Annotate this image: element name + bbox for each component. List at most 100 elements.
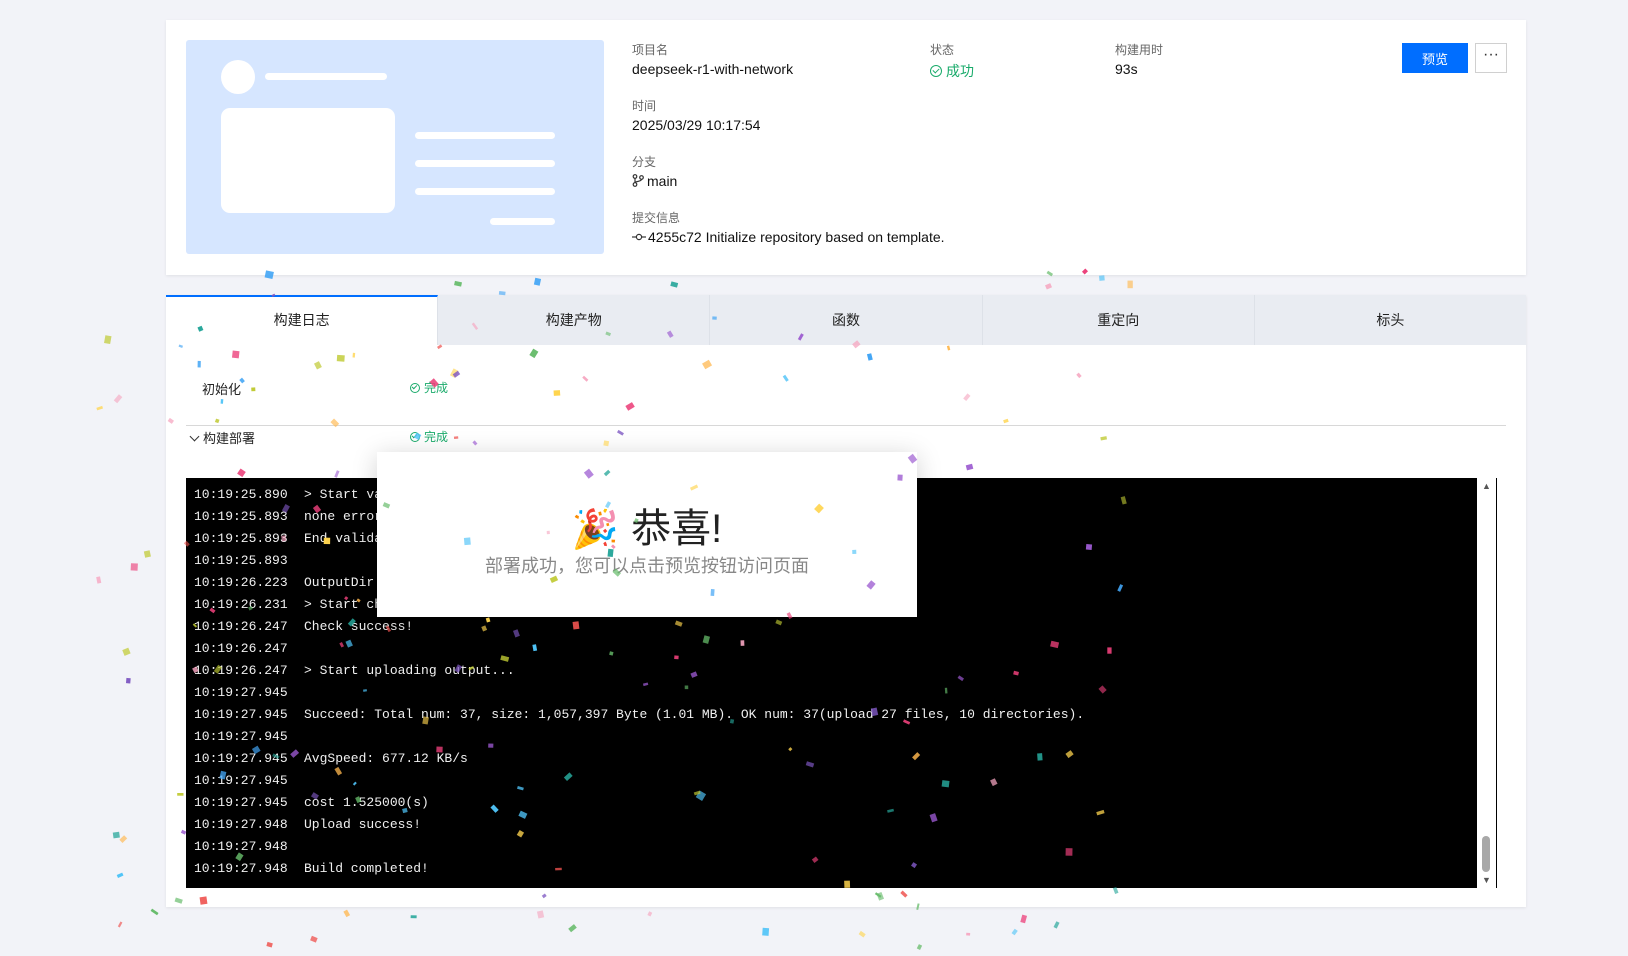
log-line: 10:19:27.948 Upload success! xyxy=(194,814,421,836)
commit-info: 4255c72 Initialize repository based on t… xyxy=(632,229,945,245)
divider xyxy=(186,425,1506,426)
step-name: 初始化 xyxy=(202,382,242,397)
log-message: > Start uploading output... xyxy=(304,663,515,678)
thumbnail-line xyxy=(265,73,387,80)
log-timestamp: 10:19:27.945 xyxy=(194,795,288,810)
project-card: 项目名 deepseek-r1-with-network 状态 成功 构建用时 … xyxy=(166,20,1526,275)
scroll-down-arrow-icon[interactable]: ▼ xyxy=(1482,876,1491,885)
confetti-piece xyxy=(266,941,273,948)
log-timestamp: 10:19:26.247 xyxy=(194,619,288,634)
log-timestamp: 10:19:27.945 xyxy=(194,773,288,788)
log-message: > Start ch xyxy=(304,597,383,612)
time-label: 时间 xyxy=(632,99,657,113)
confetti-piece xyxy=(966,932,971,936)
party-popper-icon: 🎉 xyxy=(571,509,620,551)
tab-headers[interactable]: 标头 xyxy=(1255,295,1526,345)
confetti-piece xyxy=(143,550,151,558)
thumbnail-line xyxy=(415,160,555,167)
confetti-piece xyxy=(647,911,653,917)
log-line: 10:19:26.247 Check success! xyxy=(194,616,413,638)
step-name: 构建部署 xyxy=(203,431,256,446)
tab-build-artifacts[interactable]: 构建产物 xyxy=(438,295,711,345)
confetti-piece xyxy=(122,647,131,656)
confetti-piece xyxy=(762,927,770,936)
log-timestamp: 10:19:27.945 xyxy=(194,729,288,744)
thumbnail-card-placeholder xyxy=(221,108,395,213)
confetti-piece xyxy=(410,915,417,919)
tab-redirects[interactable]: 重定向 xyxy=(983,295,1255,345)
confetti-piece xyxy=(1044,283,1053,290)
log-timestamp: 10:19:25.893 xyxy=(194,553,288,568)
log-line: 10:19:25.893 xyxy=(194,550,304,572)
log-timestamp: 10:19:26.247 xyxy=(194,663,288,678)
log-line: 10:19:26.231 > Start ch xyxy=(194,594,382,616)
dialog-message: 部署成功，您可以点击预览按钮访问页面 xyxy=(485,556,809,576)
preview-button[interactable]: 预览 xyxy=(1402,43,1468,73)
confetti-piece xyxy=(116,872,124,878)
branch: main xyxy=(632,173,677,189)
log-line: 10:19:27.948 xyxy=(194,836,304,858)
thumbnail-line xyxy=(415,132,555,139)
log-line: 10:19:25.893 none error xyxy=(194,506,382,528)
log-timestamp: 10:19:27.945 xyxy=(194,707,288,722)
confetti-piece xyxy=(125,677,131,684)
log-line: 10:19:25.893 End valida xyxy=(194,528,382,550)
confetti-piece xyxy=(1011,928,1018,936)
status-badge: 成功 xyxy=(930,61,974,81)
log-message: AvgSpeed: 677.12 KB/s xyxy=(304,751,468,766)
project-name-label: 项目名 xyxy=(632,43,669,57)
log-timestamp: 10:19:26.247 xyxy=(194,641,288,656)
confetti-piece xyxy=(119,835,128,844)
log-message: cost 1.525000(s) xyxy=(304,795,429,810)
log-line: 10:19:27.945 xyxy=(194,770,304,792)
chevron-down-icon xyxy=(189,431,200,442)
log-message: Succeed: Total num: 37, size: 1,057,397 … xyxy=(304,707,1085,722)
confetti-piece xyxy=(536,910,545,919)
log-line: 10:19:27.945 cost 1.525000(s) xyxy=(194,792,429,814)
tab-build-log[interactable]: 构建日志 xyxy=(166,295,439,345)
dialog-title: 🎉 恭喜! xyxy=(377,496,917,554)
tab-functions[interactable]: 函数 xyxy=(710,295,983,345)
log-line: 10:19:27.945 xyxy=(194,682,304,704)
log-timestamp: 10:19:25.893 xyxy=(194,509,288,524)
confetti-piece xyxy=(916,944,923,950)
log-line: 10:19:27.945 AvgSpeed: 677.12 KB/s xyxy=(194,748,468,770)
confetti-piece xyxy=(454,280,462,287)
commit-label: 提交信息 xyxy=(632,211,681,225)
confetti-piece xyxy=(1099,275,1105,281)
confetti-piece xyxy=(104,335,112,345)
log-timestamp: 10:19:27.945 xyxy=(194,751,288,766)
log-timestamp: 10:19:27.948 xyxy=(194,839,288,854)
dialog-title-text: 恭喜! xyxy=(631,507,723,551)
thumbnail-line xyxy=(490,218,555,225)
log-timestamp: 10:19:25.893 xyxy=(194,531,288,546)
scroll-up-arrow-icon[interactable]: ▲ xyxy=(1482,482,1491,491)
step-status-text: 完成 xyxy=(424,381,449,395)
log-scrollbar[interactable]: ▲ ▼ xyxy=(1477,478,1496,888)
log-message: OutputDir xyxy=(304,575,375,590)
more-options-button[interactable]: ··· xyxy=(1475,43,1507,73)
confetti-piece xyxy=(150,908,159,916)
log-timestamp: 10:19:27.948 xyxy=(194,817,288,832)
confetti-piece xyxy=(113,394,123,404)
confetti-piece xyxy=(343,909,351,918)
commit-message: 4255c72 Initialize repository based on t… xyxy=(648,229,945,245)
log-line: 10:19:27.948 Build completed! xyxy=(194,858,429,880)
confetti-piece xyxy=(96,405,103,411)
branch-label: 分支 xyxy=(632,155,657,169)
log-message: End valida xyxy=(304,531,383,546)
check-circle-icon xyxy=(410,432,420,442)
status-label: 状态 xyxy=(930,43,955,57)
confetti-piece xyxy=(533,277,542,286)
status-text: 成功 xyxy=(946,63,974,79)
scrollbar-thumb[interactable] xyxy=(1482,836,1490,872)
thumbnail-avatar-placeholder xyxy=(221,60,255,94)
log-timestamp: 10:19:27.948 xyxy=(194,861,288,876)
git-branch-icon xyxy=(632,174,644,187)
build-duration: 93s xyxy=(1115,61,1138,77)
step-status: 完成 xyxy=(410,428,448,445)
confetti-piece xyxy=(1127,280,1133,289)
log-line: 10:19:26.247 > Start uploading output... xyxy=(194,660,515,682)
log-timestamp: 10:19:26.223 xyxy=(194,575,288,590)
log-timestamp: 10:19:27.945 xyxy=(194,685,288,700)
